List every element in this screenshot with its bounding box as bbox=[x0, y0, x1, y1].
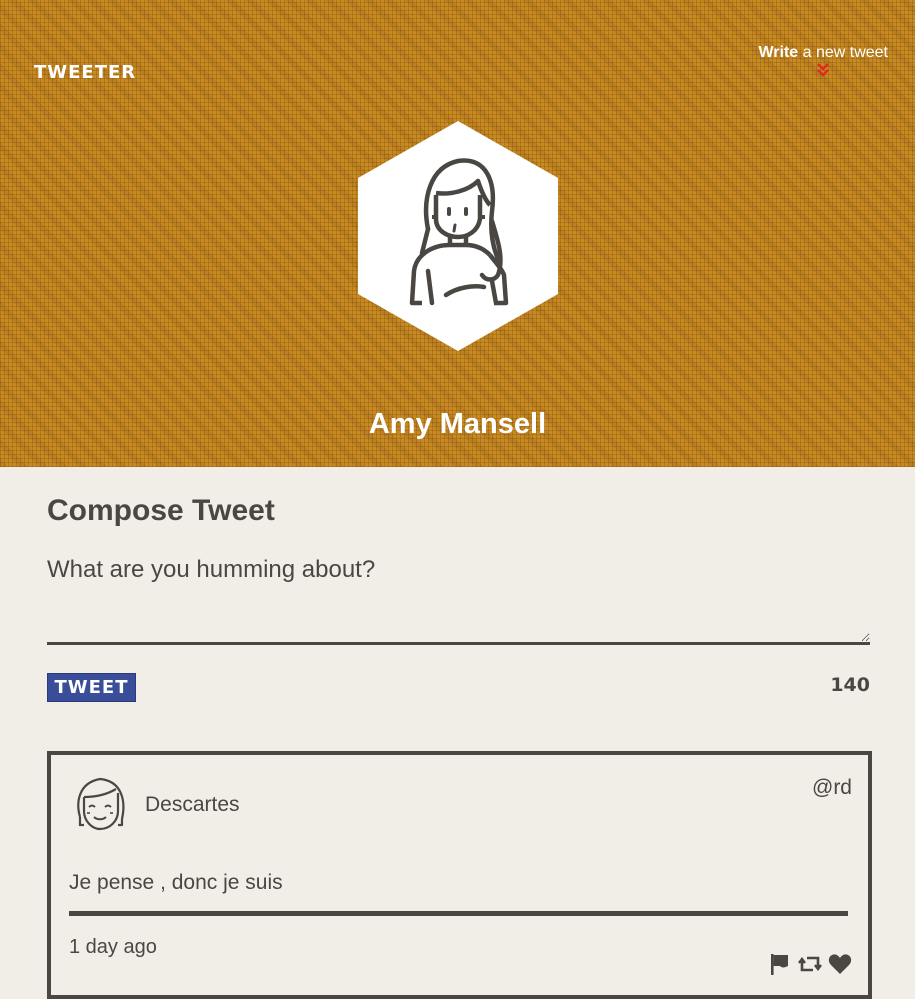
heart-icon[interactable] bbox=[828, 952, 852, 976]
person-avatar-icon bbox=[358, 121, 558, 351]
tweet-author-handle[interactable]: @rd bbox=[812, 776, 852, 800]
tweet-timestamp: 1 day ago bbox=[69, 936, 157, 958]
write-new-tweet-link[interactable]: Write a new tweet bbox=[758, 44, 888, 78]
tweet-content: Je pense , donc je suis bbox=[69, 871, 283, 894]
tweet-text-input[interactable] bbox=[47, 556, 870, 645]
tweet-author-name[interactable]: Descartes bbox=[145, 793, 240, 817]
character-counter: 140 bbox=[830, 674, 870, 696]
smiling-face-avatar-icon bbox=[77, 777, 125, 831]
flag-icon[interactable] bbox=[768, 952, 792, 976]
compose-title: Compose Tweet bbox=[47, 494, 275, 527]
tweet-divider bbox=[69, 911, 848, 916]
profile-user-name: Amy Mansell bbox=[368, 408, 547, 440]
write-link-text: a new tweet bbox=[798, 44, 888, 61]
profile-banner: TWEETER Write a new tweet Amy Mansell bbox=[0, 0, 915, 467]
tweet-card: Descartes @rd Je pense , donc je suis 1 … bbox=[47, 751, 872, 999]
tweet-submit-button[interactable]: TWEET bbox=[47, 673, 136, 702]
app-logo[interactable]: TWEETER bbox=[34, 62, 136, 83]
write-link-bold-text: Write bbox=[758, 44, 799, 61]
chevrons-down-icon bbox=[817, 63, 830, 77]
tweet-actions bbox=[768, 952, 852, 976]
retweet-icon[interactable] bbox=[798, 952, 822, 976]
